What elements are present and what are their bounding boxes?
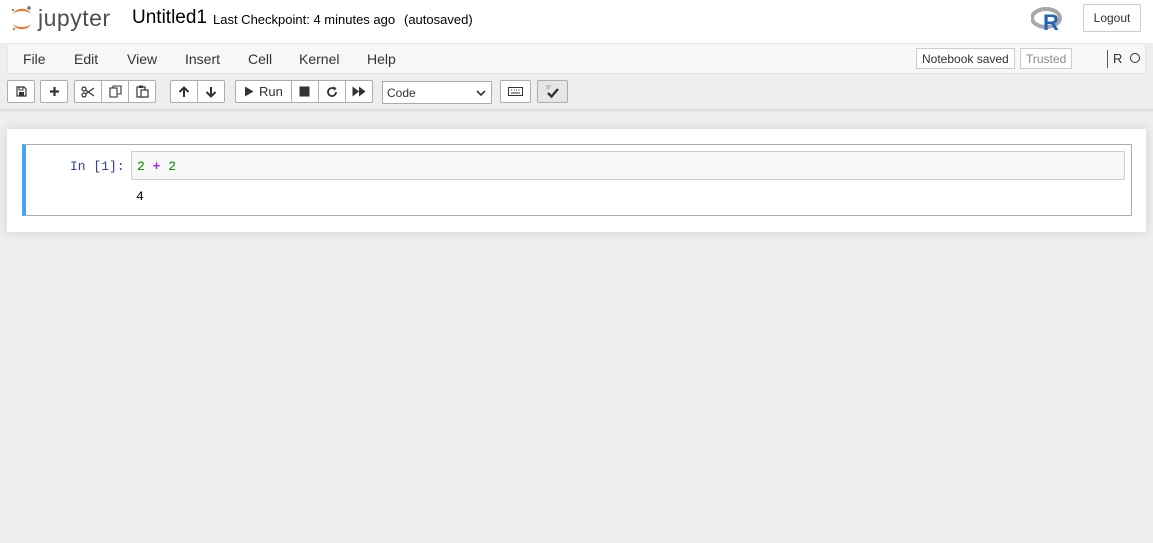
cut-icon — [81, 85, 95, 98]
chevron-down-icon — [476, 90, 486, 97]
cell-output: 4 — [136, 189, 144, 204]
save-icon — [15, 86, 27, 97]
cell-type-value: Code — [387, 85, 416, 100]
run-button[interactable]: Run — [235, 80, 292, 103]
save-group — [7, 80, 35, 103]
code-editor[interactable]: 2 + 2 — [131, 151, 1125, 180]
restart-icon — [326, 86, 337, 97]
restart-kernel-button[interactable] — [317, 80, 346, 103]
menu-insert[interactable]: Insert — [185, 51, 220, 67]
kernel-name: R — [1113, 51, 1123, 66]
edit-group — [74, 80, 156, 103]
restart-run-all-button[interactable] — [344, 80, 373, 103]
celltoolbar-toggle-button[interactable] — [537, 80, 568, 103]
move-up-button[interactable] — [170, 80, 198, 103]
play-icon — [245, 86, 254, 97]
cell-type-select[interactable]: Code — [382, 81, 492, 104]
header-shadow — [0, 109, 1153, 113]
run-group: Run — [235, 80, 373, 103]
jupyter-logo-icon — [12, 6, 31, 31]
keyboard-icon — [508, 87, 523, 96]
jupyter-logo[interactable]: jupyter — [10, 5, 111, 33]
menu-edit[interactable]: Edit — [74, 51, 98, 67]
notebook-saved-indicator: Notebook saved — [916, 48, 1015, 69]
menu-view[interactable]: View — [127, 51, 157, 67]
kernel-separator — [1107, 50, 1108, 68]
interrupt-kernel-button[interactable] — [290, 80, 319, 103]
toolbar: Run Code — [7, 78, 1146, 104]
move-group — [170, 80, 225, 103]
celltoolbar-check-icon — [545, 85, 559, 98]
move-down-button[interactable] — [197, 80, 225, 103]
notebook-container: In [1]: 2 + 2 4 — [7, 129, 1146, 232]
stop-icon — [299, 86, 310, 97]
arrow-down-icon — [205, 86, 217, 98]
run-button-label: Run — [259, 84, 283, 99]
command-palette-group — [500, 80, 531, 103]
input-prompt: In [1]: — [70, 159, 125, 174]
copy-icon — [108, 85, 122, 98]
code-operator: + — [152, 159, 161, 174]
copy-button[interactable] — [101, 80, 129, 103]
code-cell[interactable]: In [1]: 2 + 2 4 — [22, 144, 1132, 216]
paste-icon — [135, 85, 149, 98]
celltoolbar-group — [537, 80, 568, 103]
menubar: File Edit View Insert Cell Kernel Help N… — [7, 43, 1146, 74]
save-button[interactable] — [7, 80, 35, 103]
menu-kernel[interactable]: Kernel — [299, 51, 339, 67]
last-checkpoint: Last Checkpoint: 4 minutes ago — [213, 12, 396, 27]
insert-group — [40, 80, 68, 103]
menu-cell[interactable]: Cell — [248, 51, 272, 67]
code-number: 2 — [168, 159, 177, 174]
menu-file[interactable]: File — [23, 51, 46, 67]
command-palette-button[interactable] — [500, 80, 531, 103]
insert-cell-button[interactable] — [40, 80, 68, 103]
code-text: 2 + 2 — [137, 159, 176, 174]
autosave-status: (autosaved) — [404, 12, 473, 27]
jupyter-logo-text: jupyter — [38, 4, 111, 31]
header: jupyter Untitled1 Last Checkpoint: 4 min… — [0, 0, 1153, 43]
code-number: 2 — [137, 159, 145, 174]
svg-text:R: R — [1043, 10, 1059, 32]
cut-button[interactable] — [74, 80, 102, 103]
fast-forward-icon — [352, 86, 366, 97]
plus-icon — [49, 87, 59, 96]
notebook-name[interactable]: Untitled1 — [132, 7, 207, 29]
arrow-up-icon — [178, 85, 190, 97]
r-kernel-logo-icon: R — [1031, 7, 1062, 32]
logout-button[interactable]: Logout — [1083, 4, 1141, 32]
menu-help[interactable]: Help — [367, 51, 396, 67]
trusted-indicator[interactable]: Trusted — [1020, 48, 1073, 69]
kernel-idle-indicator-icon — [1130, 53, 1140, 63]
paste-button[interactable] — [128, 80, 156, 103]
